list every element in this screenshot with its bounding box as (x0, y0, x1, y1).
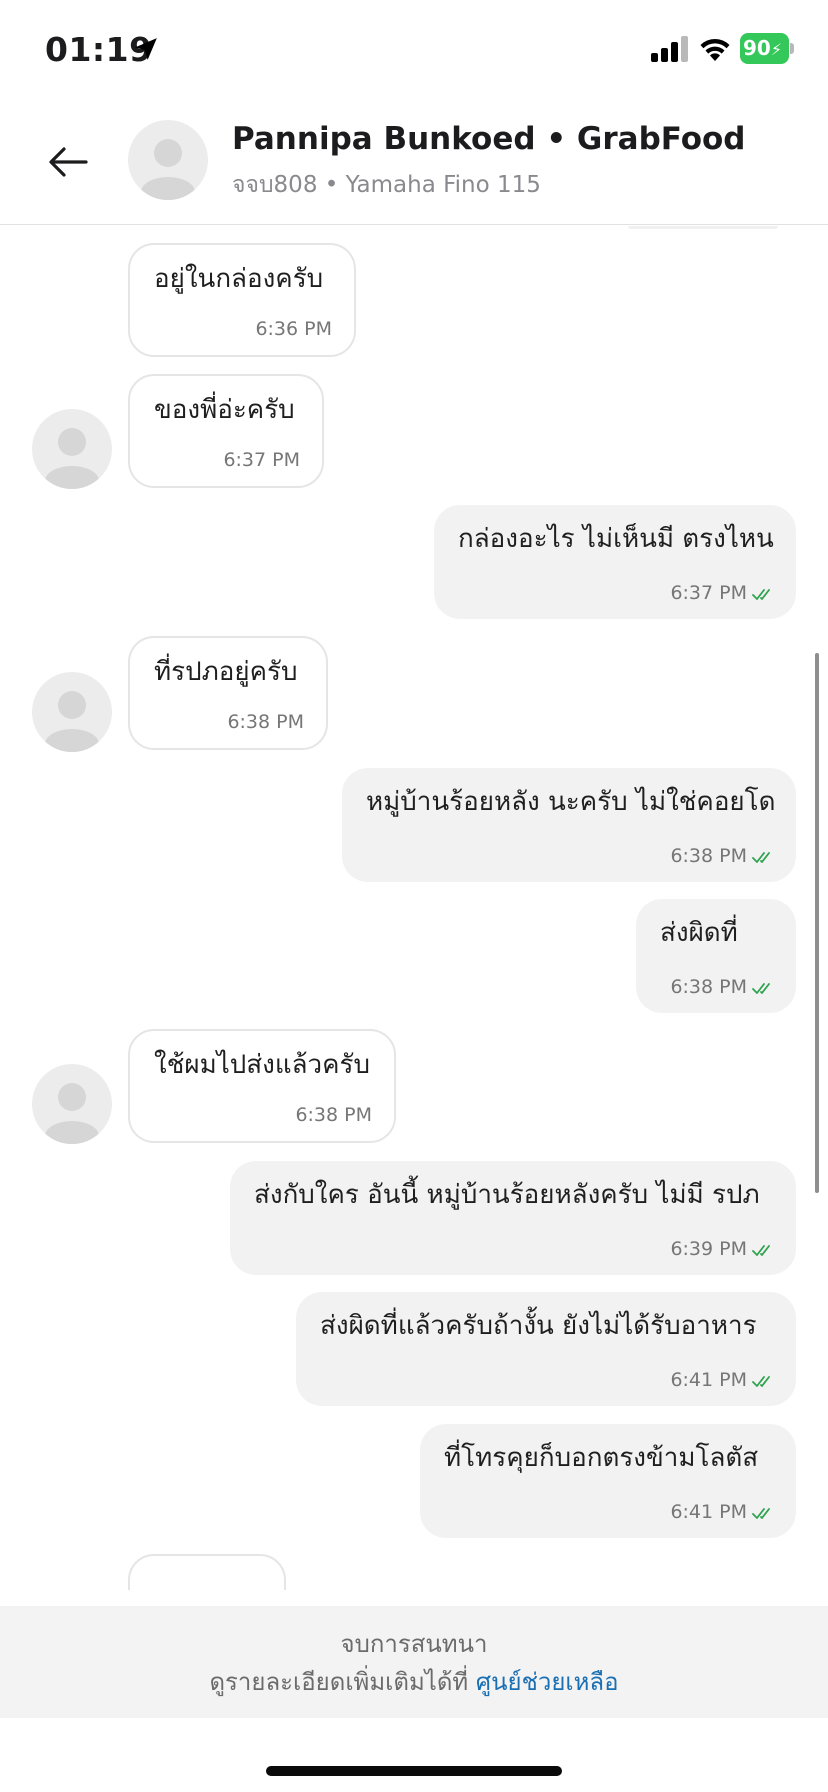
message-time: 6:38 PM (227, 711, 304, 733)
contact-name: Pannipa Bunkoed • GrabFood (232, 121, 746, 157)
contact-subtitle: จจบ808 • Yamaha Fino 115 (232, 172, 541, 198)
message-time: 6:37 PM (223, 449, 300, 471)
location-arrow-icon (135, 38, 157, 60)
battery-charging-icon: 90⚡ (740, 33, 794, 64)
incoming-message[interactable]: ใช้ผมไปส่งแล้วครับ 6:38 PM (128, 1029, 396, 1143)
chat-ended-footer: จบการสนทนา ดูรายละเอียดเพิ่มเติมได้ที่ ศ… (0, 1592, 828, 1792)
outgoing-message[interactable]: หมู่บ้านร้อยหลัง นะครับ ไม่ใช่คอยโด 6:38… (342, 768, 796, 882)
message-time: 6:41 PM (670, 1369, 774, 1391)
incoming-message[interactable]: ที่รปภอยู่ครับ 6:38 PM (128, 636, 328, 750)
message-text: ใช้ผมไปส่งแล้วครับ (154, 1050, 371, 1080)
message-time: 6:41 PM (670, 1501, 774, 1523)
chat-scrollbar[interactable] (815, 653, 819, 1193)
double-check-icon (752, 588, 770, 600)
message-text: ที่รปภอยู่ครับ (154, 657, 298, 687)
double-check-icon (752, 1507, 770, 1519)
chat-ended-panel: จบการสนทนา ดูรายละเอียดเพิ่มเติมได้ที่ ศ… (0, 1606, 828, 1718)
message-time: 6:36 PM (255, 318, 332, 340)
message-text: หมู่บ้านร้อยหลัง นะครับ ไม่ใช่คอยโด (366, 787, 776, 817)
message-text: ส่งผิดที่แล้วครับถ้างั้น ยังไม่ได้รับอาห… (320, 1311, 757, 1341)
outgoing-message[interactable]: ส่งผิดที่ 6:38 PM (636, 899, 796, 1013)
arrow-left-icon (49, 147, 88, 177)
chat-ended-detail: ดูรายละเอียดเพิ่มเติมได้ที่ ศูนย์ช่วยเหล… (0, 1662, 828, 1701)
double-check-icon (752, 1244, 770, 1256)
sender-avatar[interactable] (32, 409, 112, 489)
chat-header: Pannipa Bunkoed • GrabFood จจบ808 • Yama… (0, 100, 828, 225)
home-indicator[interactable] (266, 1766, 562, 1776)
sender-avatar[interactable] (32, 672, 112, 752)
message-text: ส่งกับใคร อันนี้ หมู่บ้านร้อยหลังครับ ไม… (254, 1180, 760, 1210)
help-center-link[interactable]: ศูนย์ช่วยเหลือ (476, 1668, 619, 1696)
message-text: ของพี่อ่ะครับ (154, 395, 295, 425)
message-time: 6:38 PM (670, 845, 774, 867)
signal-icon (651, 36, 688, 62)
chat-ended-title: จบการสนทนา (340, 1630, 488, 1658)
incoming-message[interactable]: อยู่ในกล่องครับ 6:36 PM (128, 243, 356, 357)
outgoing-message[interactable]: กล่องอะไร ไม่เห็นมี ตรงไหน 6:37 PM (434, 505, 796, 619)
sender-avatar[interactable] (32, 1064, 112, 1144)
outgoing-message[interactable]: ส่งผิดที่แล้วครับถ้างั้น ยังไม่ได้รับอาห… (296, 1292, 796, 1406)
contact-avatar[interactable] (128, 120, 208, 200)
double-check-icon (752, 982, 770, 994)
message-time: 6:38 PM (295, 1104, 372, 1126)
message-text: อยู่ในกล่องครับ (154, 264, 324, 294)
outgoing-message[interactable]: ส่งกับใคร อันนี้ หมู่บ้านร้อยหลังครับ ไม… (230, 1161, 796, 1275)
status-bar: 01:19 90⚡ (0, 0, 828, 100)
incoming-message[interactable]: ของพี่อ่ะครับ 6:37 PM (128, 374, 324, 488)
message-time: 6:37 PM (670, 582, 774, 604)
wifi-icon (700, 38, 730, 61)
partial-message-bubble (628, 226, 778, 229)
chat-area[interactable]: อยู่ในกล่องครับ 6:36 PM ของพี่อ่ะครับ 6:… (0, 226, 828, 1590)
double-check-icon (752, 1375, 770, 1387)
message-time: 6:38 PM (670, 976, 774, 998)
outgoing-message[interactable]: ที่โทรคุยก็บอกตรงข้ามโลตัส 6:41 PM (420, 1424, 796, 1538)
detail-text: ดูรายละเอียดเพิ่มเติมได้ที่ (209, 1668, 476, 1696)
back-button[interactable] (44, 138, 92, 186)
incoming-message[interactable] (128, 1554, 286, 1590)
message-time: 6:39 PM (670, 1238, 774, 1260)
message-text: กล่องอะไร ไม่เห็นมี ตรงไหน (458, 524, 774, 554)
message-text: ที่โทรคุยก็บอกตรงข้ามโลตัส (444, 1443, 759, 1473)
double-check-icon (752, 851, 770, 863)
battery-level: 90 (743, 36, 771, 60)
message-text: ส่งผิดที่ (660, 918, 738, 948)
